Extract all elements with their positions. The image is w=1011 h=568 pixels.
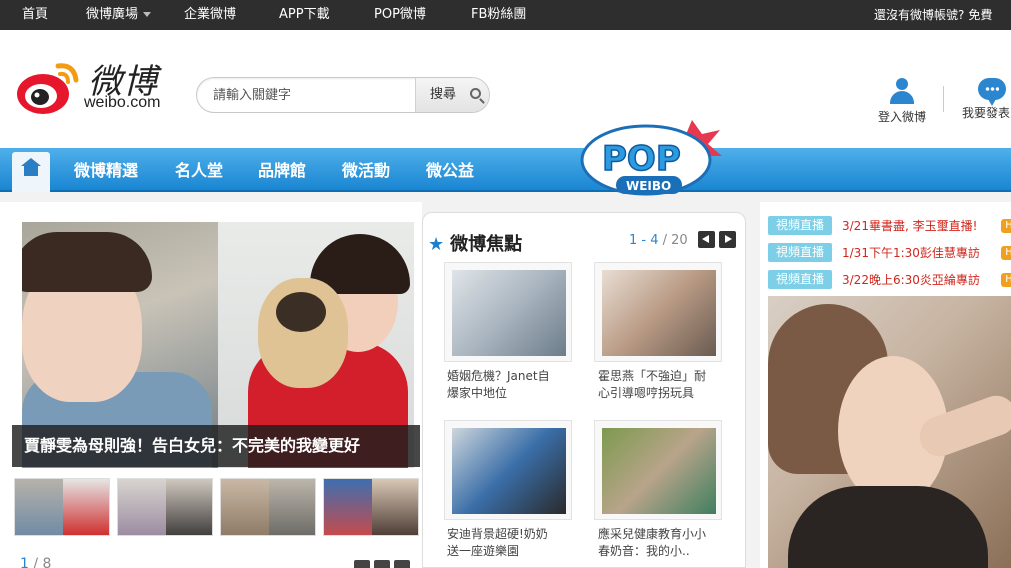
topnav-app-download[interactable]: APP下載 (279, 0, 330, 30)
featured-pager-current: 1 (20, 556, 29, 568)
hot-badge-icon: H (1001, 219, 1011, 233)
focus-prev-arrow-icon[interactable] (698, 231, 715, 248)
badge-exclaim-text: ! (688, 137, 700, 167)
featured-pager: 1 / 8 (20, 556, 51, 568)
live-tag: 視頻直播 (768, 216, 832, 235)
focus-card-3-line1: 安迪背景超硬!奶奶 (447, 527, 548, 541)
pop-weibo-badge[interactable]: POP ! WEIBO (574, 116, 724, 200)
topnav-enterprise[interactable]: 企業微博 (184, 0, 236, 30)
nav-celebrities[interactable]: 名人堂 (175, 148, 223, 192)
live-item-text: 1/31下午1:30彭佳慧專訪 (842, 246, 980, 260)
focus-card-3-caption[interactable]: 安迪背景超硬!奶奶 送一座遊樂園 (447, 526, 577, 560)
thumbnail-1[interactable] (14, 478, 110, 536)
focus-card-2-caption[interactable]: 霍思燕「不強迫」耐 心引導嗯哼拐玩具 (598, 368, 728, 402)
focus-next-arrow-icon[interactable] (719, 231, 736, 248)
prev-icon[interactable] (354, 560, 370, 568)
focus-card-4[interactable] (594, 420, 722, 520)
logo-text-en: weibo.com (84, 94, 161, 111)
signup-question: 還沒有微博帳號? (874, 8, 965, 22)
live-tag: 視頻直播 (768, 270, 832, 289)
topnav-home[interactable]: 首頁 (22, 0, 48, 30)
featured-caption[interactable]: 賈靜雯為母則強！告白女兒：不完美的我變更好 (12, 425, 420, 467)
user-icon (889, 78, 915, 104)
search-button[interactable]: 搜尋 (415, 78, 489, 112)
nav-home-tab[interactable] (12, 152, 50, 192)
weibo-logo[interactable]: 微博 weibo.com (16, 58, 186, 118)
weibo-eye-icon (17, 63, 79, 114)
post-button[interactable]: 我要發表 (962, 78, 1011, 121)
focus-card-4-caption[interactable]: 應采兒健康教育小小 春奶音：我的小.. (598, 526, 728, 560)
search-icon (470, 88, 481, 99)
focus-card-2-line1: 霍思燕「不強迫」耐 (598, 369, 707, 383)
search-box: 搜尋 (196, 77, 490, 113)
login-button[interactable]: 登入微博 (872, 78, 932, 125)
focus-card-4-line2: 春奶音：我的小.. (598, 544, 690, 558)
focus-card-1-caption[interactable]: 婚姻危機？Janet自 爆家中地位 (447, 368, 577, 402)
live-photo[interactable] (768, 296, 1011, 568)
focus-card-4-line1: 應采兒健康教育小小 (598, 527, 707, 541)
hot-badge-icon: H (1001, 246, 1011, 260)
next-icon[interactable] (394, 560, 410, 568)
hot-badge-icon: H (1001, 273, 1011, 287)
search-input[interactable] (197, 78, 417, 112)
login-label: 登入微博 (877, 110, 926, 124)
focus-card-1-line1: 婚姻危機？Janet自 (447, 369, 550, 383)
badge-pop-text: POP (602, 139, 681, 179)
featured-pager-total: / 8 (33, 556, 52, 568)
nav-brands[interactable]: 品牌館 (258, 148, 306, 192)
nav-events[interactable]: 微活動 (342, 148, 390, 192)
header-divider (943, 86, 944, 112)
chevron-down-icon (143, 12, 152, 17)
live-item-text: 3/21畢書盡, 李玉璽直播! (842, 219, 978, 233)
nav-featured[interactable]: 微博精選 (74, 148, 138, 192)
live-tag: 視頻直播 (768, 243, 832, 262)
topnav-fb-fans[interactable]: FB粉絲團 (471, 0, 526, 30)
focus-card-3-line2: 送一座遊樂園 (447, 544, 520, 558)
focus-title-text: 微博焦點 (450, 234, 523, 255)
focus-total: / 20 (662, 233, 688, 248)
signup-prompt: 還沒有微博帳號? 免費 (874, 0, 996, 30)
star-icon: ★ (428, 234, 445, 255)
focus-pager: 1 - 4 / 20 (629, 233, 688, 248)
pause-icon[interactable] (374, 560, 390, 568)
thumbnail-3[interactable] (220, 478, 316, 536)
focus-card-3[interactable] (444, 420, 572, 520)
main-nav: 微博精選 名人堂 品牌館 微活動 微公益 (0, 148, 1011, 192)
thumbnail-4[interactable] (323, 478, 419, 536)
top-bar: 首頁 微博廣場 企業微博 APP下載 POP微博 FB粉絲團 還沒有微博帳號? 免… (0, 0, 1011, 30)
focus-card-1[interactable] (444, 262, 572, 362)
post-label: 我要發表 (962, 106, 1011, 120)
nav-charity[interactable]: 微公益 (426, 148, 474, 192)
signup-link[interactable]: 免費 (968, 8, 992, 22)
speech-bubble-icon (978, 78, 1006, 106)
badge-weibo-text: WEIBO (626, 179, 671, 193)
live-item-text: 3/22晚上6:30炎亞綸專訪 (842, 273, 980, 287)
focus-card-1-line2: 爆家中地位 (447, 386, 508, 400)
focus-range: 1 - 4 (629, 233, 659, 248)
focus-title: ★ 微博焦點 (428, 230, 522, 256)
topnav-plaza[interactable]: 微博廣場 (86, 0, 152, 30)
thumbnail-2[interactable] (117, 478, 213, 536)
home-icon (21, 158, 41, 176)
focus-card-2[interactable] (594, 262, 722, 362)
featured-thumbnails (14, 478, 419, 536)
focus-card-2-line2: 心引導嗯哼拐玩具 (598, 386, 695, 400)
topnav-pop-weibo[interactable]: POP微博 (374, 0, 426, 30)
search-button-label: 搜尋 (430, 87, 457, 102)
topnav-plaza-label: 微博廣場 (86, 7, 139, 22)
